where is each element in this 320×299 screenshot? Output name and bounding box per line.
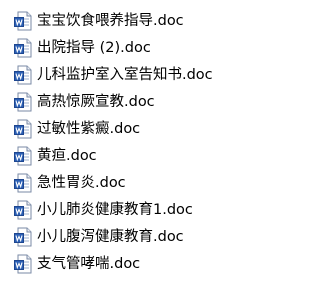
- word-document-icon: [14, 119, 32, 139]
- file-list: 宝宝饮食喂养指导.doc 出院指导 (2).doc 儿科监护室入室告知书.doc…: [0, 0, 266, 299]
- file-name: 小儿腹泻健康教育.doc: [37, 229, 184, 245]
- file-name: 宝宝饮食喂养指导.doc: [37, 13, 184, 29]
- file-item[interactable]: 宝宝饮食喂养指导.doc: [14, 10, 184, 32]
- file-item[interactable]: 黄疸.doc: [14, 145, 97, 167]
- word-document-icon: [14, 11, 32, 31]
- word-document-icon: [14, 65, 32, 85]
- file-name: 支气管哮喘.doc: [37, 256, 141, 272]
- file-item[interactable]: 高热惊厥宣教.doc: [14, 91, 155, 113]
- word-document-icon: [14, 200, 32, 220]
- file-item[interactable]: 过敏性紫癜.doc: [14, 118, 140, 140]
- file-name: 黄疸.doc: [37, 148, 97, 164]
- file-item[interactable]: 急性胃炎.doc: [14, 172, 126, 194]
- file-item[interactable]: 儿科监护室入室告知书.doc: [14, 64, 213, 86]
- file-item[interactable]: 小儿腹泻健康教育.doc: [14, 226, 184, 248]
- file-name: 过敏性紫癜.doc: [37, 121, 141, 137]
- word-document-icon: [14, 173, 32, 193]
- file-name: 小儿肺炎健康教育1.doc: [37, 202, 193, 218]
- word-document-icon: [14, 254, 32, 274]
- file-name: 儿科监护室入室告知书.doc: [37, 67, 213, 83]
- file-item[interactable]: 出院指导 (2).doc: [14, 37, 151, 59]
- word-document-icon: [14, 38, 32, 58]
- file-item[interactable]: 小儿肺炎健康教育1.doc: [14, 199, 193, 221]
- file-name: 高热惊厥宣教.doc: [37, 94, 155, 110]
- file-name: 出院指导 (2).doc: [37, 40, 151, 56]
- file-name: 急性胃炎.doc: [37, 175, 126, 191]
- word-document-icon: [14, 92, 32, 112]
- word-document-icon: [14, 146, 32, 166]
- word-document-icon: [14, 227, 32, 247]
- file-item[interactable]: 支气管哮喘.doc: [14, 253, 140, 275]
